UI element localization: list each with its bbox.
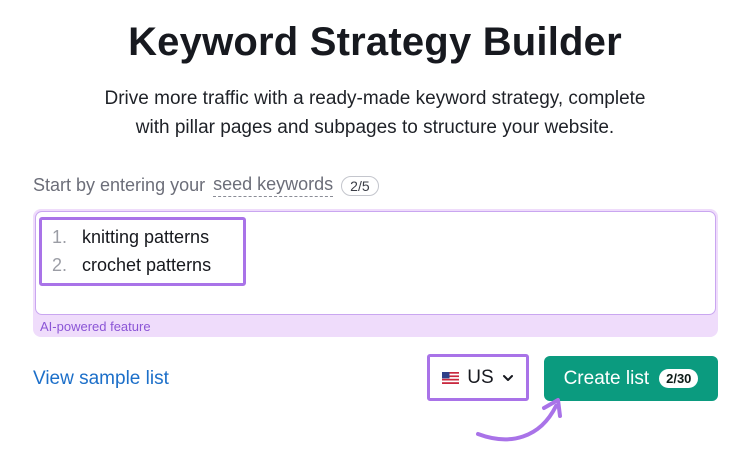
view-sample-list-link[interactable]: View sample list [33,368,169,390]
page-subtitle: Drive more traffic with a ready-made key… [0,84,750,142]
create-list-count-badge: 2/30 [659,369,699,388]
seed-prompt-text: Start by entering your [33,175,206,195]
keyword-line: 1. knitting patterns [52,227,209,248]
country-value: US [467,366,494,388]
seed-keywords-prompt: Start by entering your seed keywords 2/5 [33,174,379,197]
subtitle-line-2: with pillar pages and subpages to struct… [135,117,615,138]
page-title: Keyword Strategy Builder [128,20,622,64]
keyword-input-container: 1. knitting patterns 2. crochet patterns… [33,209,718,337]
create-list-button[interactable]: Create list 2/30 [544,356,718,401]
create-list-label: Create list [563,367,650,389]
keyword-textarea[interactable]: 1. knitting patterns 2. crochet patterns [35,211,716,315]
seed-count-badge: 2/5 [341,175,379,196]
keyword-text: knitting patterns [82,227,210,247]
us-flag-icon [442,371,460,384]
chevron-down-icon [502,374,513,381]
keyword-line: 2. crochet patterns [52,255,211,276]
seed-keywords-tooltip-link[interactable]: seed keywords [213,174,334,197]
ai-powered-label: AI-powered feature [40,319,151,334]
annotation-arrow-icon [476,398,562,442]
keyword-line-number: 1. [52,227,68,247]
subtitle-line-1: Drive more traffic with a ready-made key… [104,88,646,109]
keyword-strategy-builder-page: Keyword Strategy Builder Drive more traf… [0,0,750,460]
keyword-text: crochet patterns [82,255,212,275]
keyword-line-number: 2. [52,255,68,275]
